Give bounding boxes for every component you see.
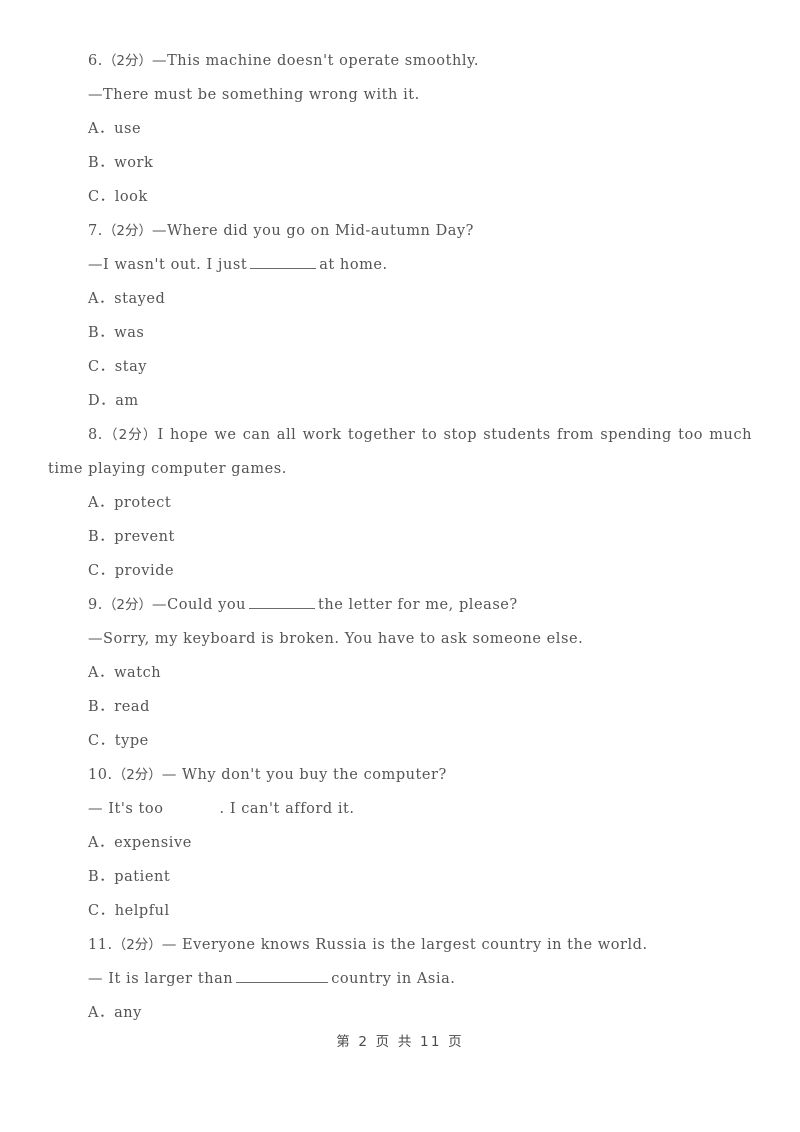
page-footer: 第 2 页 共 11 页 — [0, 1030, 800, 1050]
option-letter: C． — [88, 563, 115, 579]
option-a[interactable]: A．stayed — [48, 282, 752, 316]
option-text: helpful — [114, 903, 170, 919]
option-c[interactable]: C．type — [48, 724, 752, 758]
option-c[interactable]: C．provide — [48, 554, 752, 588]
question-stem: 8.（2分）I hope we can all work together to… — [48, 418, 752, 486]
question-reply: —I wasn't out. I just at home. — [48, 248, 752, 282]
option-text: look — [114, 189, 148, 205]
option-letter: B． — [88, 529, 115, 545]
option-c[interactable]: C．helpful — [48, 894, 752, 928]
question-10: 10.（2分）— Why don't you buy the computer?… — [48, 758, 752, 928]
page-number-text: 第 2 页 共 11 页 — [336, 1034, 464, 1050]
option-text: was — [114, 325, 145, 341]
option-text: any — [114, 1005, 142, 1021]
question-reply: —Sorry, my keyboard is broken. You have … — [88, 631, 584, 647]
document-page: 6.（2分）—This machine doesn't operate smoo… — [0, 0, 800, 1132]
question-6: 6.（2分）—This machine doesn't operate smoo… — [48, 44, 752, 214]
question-reply: — It's too . I can't afford it. — [48, 792, 752, 826]
question-number: 7. — [88, 223, 103, 239]
option-text: expensive — [114, 835, 192, 851]
answer-blank[interactable] — [248, 594, 315, 609]
option-text: provide — [114, 563, 175, 579]
option-letter: D． — [88, 393, 116, 409]
option-a[interactable]: A．protect — [48, 486, 752, 520]
option-text: watch — [114, 665, 162, 681]
question-score: （2分） — [102, 597, 153, 613]
option-d[interactable]: D．am — [48, 384, 752, 418]
option-a[interactable]: A．expensive — [48, 826, 752, 860]
question-7: 7.（2分）—Where did you go on Mid-autumn Da… — [48, 214, 752, 418]
question-text: — Why don't you buy the computer? — [161, 767, 447, 783]
question-score: （2分） — [102, 223, 153, 239]
question-stem: 11.（2分）— Everyone knows Russia is the la… — [48, 928, 752, 962]
question-number: 8. — [88, 427, 103, 443]
question-number: 10. — [88, 767, 113, 783]
question-stem: 7.（2分）—Where did you go on Mid-autumn Da… — [48, 214, 752, 248]
option-b[interactable]: B．patient — [48, 860, 752, 894]
question-number: 11. — [88, 937, 113, 953]
question-text-before: —Could you — [152, 597, 246, 613]
question-reply: —There must be something wrong with it. — [88, 87, 420, 103]
question-score: （2分） — [112, 767, 162, 783]
question-number: 9. — [88, 597, 103, 613]
option-b[interactable]: B．work — [48, 146, 752, 180]
question-list: 6.（2分）—This machine doesn't operate smoo… — [48, 44, 752, 1030]
option-c[interactable]: C．look — [48, 180, 752, 214]
option-text: protect — [114, 495, 172, 511]
reply-text-before: — It's too — [88, 801, 164, 817]
question-text: — Everyone knows Russia is the largest c… — [161, 937, 648, 953]
option-a[interactable]: A．any — [48, 996, 752, 1030]
question-stem: 6.（2分）—This machine doesn't operate smoo… — [48, 44, 752, 78]
option-text: read — [114, 699, 150, 715]
option-b[interactable]: B．was — [48, 316, 752, 350]
answer-blank[interactable] — [236, 968, 329, 983]
option-letter: A． — [88, 835, 115, 851]
question-reply: — It is larger than country in Asia. — [48, 962, 752, 996]
option-letter: C． — [88, 903, 115, 919]
option-letter: A． — [88, 495, 115, 511]
option-text: work — [114, 155, 154, 171]
option-c[interactable]: C．stay — [48, 350, 752, 384]
question-number: 6. — [88, 53, 103, 69]
question-text: —This machine doesn't operate smoothly. — [152, 53, 480, 69]
option-text: am — [115, 393, 139, 409]
option-text: use — [114, 121, 142, 137]
reply-text-before: —I wasn't out. I just — [88, 257, 248, 273]
option-letter: C． — [88, 359, 115, 375]
option-letter: A． — [88, 121, 115, 137]
option-letter: B． — [88, 325, 115, 341]
option-text: stay — [114, 359, 148, 375]
option-a[interactable]: A．use — [48, 112, 752, 146]
reply-text-after: country in Asia. — [331, 971, 456, 987]
option-letter: A． — [88, 291, 115, 307]
question-text-after: the letter for me, please? — [317, 597, 518, 613]
option-text: type — [114, 733, 149, 749]
question-score: （2分） — [102, 427, 158, 443]
option-letter: B． — [88, 155, 115, 171]
question-11: 11.（2分）— Everyone knows Russia is the la… — [48, 928, 752, 1030]
question-stem: 10.（2分）— Why don't you buy the computer? — [48, 758, 752, 792]
option-letter: C． — [88, 733, 115, 749]
reply-text-after: . I can't afford it. — [219, 801, 355, 817]
option-text: patient — [114, 869, 171, 885]
option-letter: A． — [88, 1005, 115, 1021]
option-letter: C． — [88, 189, 115, 205]
question-score: （2分） — [112, 937, 162, 953]
option-b[interactable]: B．read — [48, 690, 752, 724]
option-letter: B． — [88, 699, 115, 715]
question-text: —Where did you go on Mid-autumn Day? — [152, 223, 475, 239]
option-text: stayed — [114, 291, 166, 307]
option-letter: A． — [88, 665, 115, 681]
option-b[interactable]: B．prevent — [48, 520, 752, 554]
answer-blank[interactable] — [250, 254, 317, 269]
question-8: 8.（2分）I hope we can all work together to… — [48, 418, 752, 588]
question-stem: 9.（2分）—Could you the letter for me, pleas… — [48, 588, 752, 622]
question-9: 9.（2分）—Could you the letter for me, pleas… — [48, 588, 752, 758]
option-text: prevent — [114, 529, 175, 545]
question-score: （2分） — [102, 53, 153, 69]
option-a[interactable]: A．watch — [48, 656, 752, 690]
option-letter: B． — [88, 869, 115, 885]
reply-text-after: at home. — [319, 257, 388, 273]
reply-text-before: — It is larger than — [88, 971, 234, 987]
